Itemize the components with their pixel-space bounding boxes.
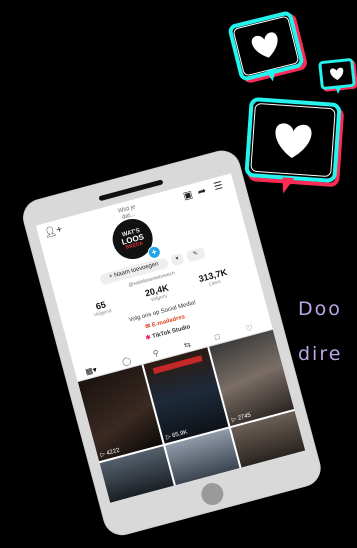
tab-liked-heart-icon[interactable]: ♡ <box>245 323 254 334</box>
chevron-down-icon[interactable]: ▾ <box>170 252 185 267</box>
video-views-count: 65,9K <box>171 429 189 440</box>
tab-private-lock-icon[interactable]: ⚲ <box>152 348 160 358</box>
video-views: ▷ 4222 <box>99 447 121 459</box>
edit-icon[interactable]: ✎ <box>185 247 206 263</box>
video-views-count: 4222 <box>105 447 121 457</box>
video-views: ▷ 2745 <box>231 412 252 424</box>
phone-mockup: 👤︎+ ▣ ➦ ☰ Wist je dat... WAT'S LOOS BRED… <box>20 147 324 539</box>
tab-videos-grid-icon[interactable]: ▦▾ <box>84 365 98 377</box>
stat-followers[interactable]: 20,4K Volgers <box>136 281 179 306</box>
tab-shop-icon[interactable]: ◯ <box>121 356 132 367</box>
menu-icon[interactable]: ☰ <box>213 180 225 193</box>
promo-text-line-2: dire <box>298 343 343 365</box>
tiktok-profile-screen: 👤︎+ ▣ ➦ ☰ Wist je dat... WAT'S LOOS BRED… <box>35 173 306 503</box>
studio-icon[interactable]: ▣ <box>182 189 194 202</box>
add-friend-icon[interactable]: 👤︎+ <box>43 224 64 239</box>
video-views-count: 2745 <box>237 412 252 422</box>
stat-likes[interactable]: 313,7K Likes <box>192 266 235 291</box>
heart-bubble-large-icon <box>228 11 307 83</box>
heart-bubble-small-icon <box>318 58 357 94</box>
stat-following[interactable]: 65 Volgend <box>80 296 123 321</box>
promo-text-line-1: Doo <box>298 298 342 320</box>
share-icon[interactable]: ➦ <box>197 186 208 199</box>
heart-bubble-medium-icon <box>244 97 344 194</box>
tab-reposts-icon[interactable]: ⇆ <box>183 340 192 350</box>
tab-favorites-bookmark-icon[interactable]: □ <box>214 332 221 342</box>
